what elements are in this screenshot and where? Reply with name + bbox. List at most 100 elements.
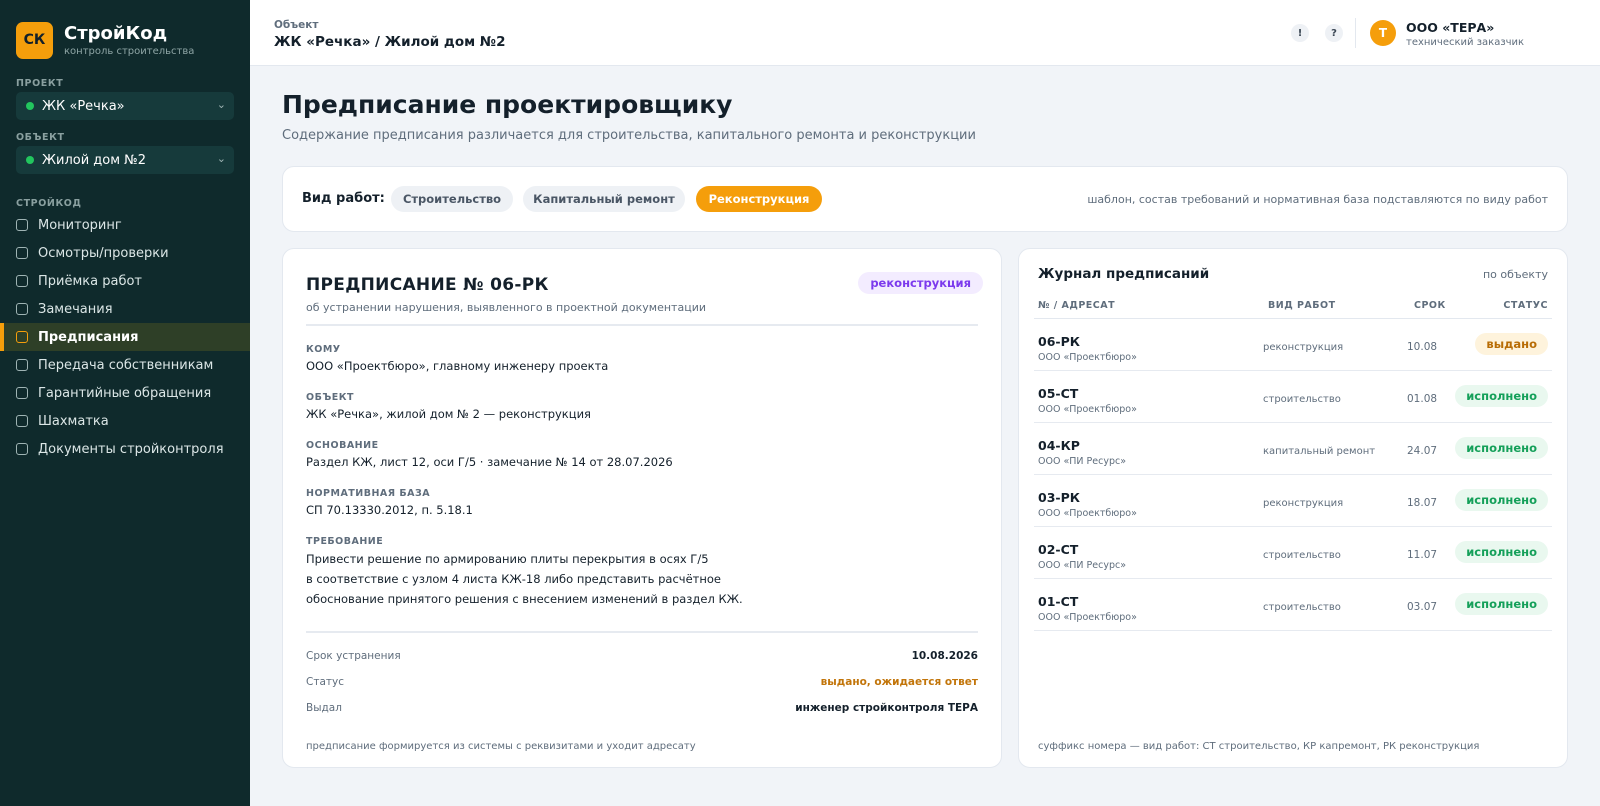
- status-value: выдано, ожидается ответ: [820, 676, 978, 688]
- row-addressee: ООО «ПИ Ресурс»: [1038, 456, 1127, 467]
- checkbox-icon: [16, 387, 28, 399]
- project-select-value: ЖК «Речка»: [42, 98, 125, 114]
- sidebar-item-monitoring[interactable]: Мониторинг: [0, 211, 250, 239]
- chevron-down-icon: ⌄: [216, 152, 226, 165]
- sidebar-nav: Мониторинг Осмотры/проверки Приёмка рабо…: [0, 211, 250, 463]
- checkbox-icon: [16, 359, 28, 371]
- header-divider: [1355, 18, 1356, 48]
- status-label: Статус: [306, 676, 344, 688]
- row-number: 01-СТ: [1038, 594, 1079, 609]
- checkbox-icon: [16, 443, 28, 455]
- nav-section-label: СТРОЙКОД: [16, 198, 82, 209]
- worktype-reconstruction-button[interactable]: Реконструкция: [696, 186, 822, 212]
- project-select[interactable]: ЖК «Речка» ⌄: [16, 92, 234, 120]
- header-title: ЖК «Речка» / Жилой дом №2: [274, 34, 506, 50]
- row-worktype: строительство: [1263, 394, 1341, 405]
- row-addressee: ООО «ПИ Ресурс»: [1038, 560, 1127, 571]
- sidebar-item-handover[interactable]: Передача собственникам: [0, 351, 250, 379]
- field-value-basis: Раздел КЖ, лист 12, оси Г/5 · замечание …: [306, 455, 673, 469]
- table-row[interactable]: 01-СТ ООО «Проектбюро» строительство 03.…: [1034, 579, 1552, 631]
- field-label: ОСНОВАНИЕ: [306, 440, 379, 451]
- journal-footnote: суффикс номера — вид работ: СТ строитель…: [1038, 741, 1480, 752]
- help-icon[interactable]: ?: [1325, 24, 1343, 42]
- worktype-construction-button[interactable]: Строительство: [391, 186, 513, 212]
- brand-name: СтройКод: [64, 22, 168, 44]
- sidebar-item-prescriptions[interactable]: Предписания: [0, 323, 250, 351]
- table-row[interactable]: 06-РК ООО «Проектбюро» реконструкция 10.…: [1034, 319, 1552, 371]
- requirement-line: в соответствие с узлом 4 листа КЖ-18 либ…: [306, 572, 721, 586]
- object-select[interactable]: Жилой дом №2 ⌄: [16, 146, 234, 174]
- row-deadline: 11.07: [1407, 549, 1438, 561]
- table-row[interactable]: 03-РК ООО «Проектбюро» реконструкция 18.…: [1034, 475, 1552, 527]
- column-header-date: СРОК: [1414, 300, 1446, 311]
- requirement-line: обоснование принятого решения с внесение…: [306, 592, 743, 606]
- table-row[interactable]: 04-КР ООО «ПИ Ресурс» капитальный ремонт…: [1034, 423, 1552, 475]
- row-deadline: 18.07: [1407, 497, 1438, 509]
- row-number: 05-СТ: [1038, 386, 1079, 401]
- requirement-line: Привести решение по армированию плиты пе…: [306, 552, 709, 566]
- object-label: ОБЪЕКТ: [16, 132, 65, 143]
- issuer-label: Выдал: [306, 702, 342, 714]
- issuer-value: инженер стройконтроля ТЕРА: [795, 702, 978, 714]
- table-row[interactable]: 05-СТ ООО «Проектбюро» строительство 01.…: [1034, 371, 1552, 423]
- sidebar-item-label: Передача собственникам: [38, 357, 214, 373]
- row-worktype: строительство: [1263, 602, 1341, 613]
- sidebar-item-inspections[interactable]: Осмотры/проверки: [0, 239, 250, 267]
- user-name[interactable]: ООО «ТЕРА»: [1406, 20, 1494, 35]
- requirement-label: ТРЕБОВАНИЕ: [306, 536, 384, 547]
- sidebar-item-label: Осмотры/проверки: [38, 245, 169, 261]
- divider: [306, 324, 978, 326]
- document-footnote: предписание формируется из системы с рек…: [306, 741, 696, 752]
- column-header-number: № / АДРЕСАТ: [1038, 300, 1116, 311]
- row-number: 04-КР: [1038, 438, 1080, 453]
- sidebar-item-remarks[interactable]: Замечания: [0, 295, 250, 323]
- sidebar-item-acceptance[interactable]: Приёмка работ: [0, 267, 250, 295]
- row-number: 03-РК: [1038, 490, 1080, 505]
- sidebar-item-documents[interactable]: Документы стройконтроля: [0, 435, 250, 463]
- checkbox-icon: [16, 219, 28, 231]
- checkbox-icon: [16, 415, 28, 427]
- status-dot-icon: [26, 156, 34, 164]
- sidebar-item-warranty[interactable]: Гарантийные обращения: [0, 379, 250, 407]
- field-label: ОБЪЕКТ: [306, 392, 354, 403]
- brand-logo: СК: [16, 21, 53, 59]
- checkbox-icon: [16, 331, 28, 343]
- sidebar-item-label: Предписания: [38, 329, 139, 345]
- row-number: 02-СТ: [1038, 542, 1079, 557]
- sidebar-item-chessboard[interactable]: Шахматка: [0, 407, 250, 435]
- row-addressee: ООО «Проектбюро»: [1038, 352, 1137, 363]
- status-dot-icon: [26, 102, 34, 110]
- field-label: КОМУ: [306, 344, 341, 355]
- field-value-recipient: ООО «Проектбюро», главному инженеру прое…: [306, 359, 609, 373]
- table-row[interactable]: 02-СТ ООО «ПИ Ресурс» строительство 11.0…: [1034, 527, 1552, 579]
- avatar[interactable]: Т: [1370, 20, 1396, 46]
- row-deadline: 10.08: [1407, 341, 1438, 353]
- worktype-hint: шаблон, состав требований и нормативная …: [1087, 193, 1548, 206]
- sidebar-item-label: Замечания: [38, 301, 113, 317]
- row-deadline: 01.08: [1407, 393, 1438, 405]
- status-badge: исполнено: [1455, 489, 1548, 511]
- row-worktype: капитальный ремонт: [1263, 446, 1376, 457]
- row-deadline: 03.07: [1407, 601, 1438, 613]
- row-number: 06-РК: [1038, 334, 1080, 349]
- alert-icon[interactable]: !: [1291, 24, 1309, 42]
- field-label: НОРМАТИВНАЯ БАЗА: [306, 488, 431, 499]
- brand-subtitle: контроль строительства: [64, 45, 195, 57]
- row-worktype: реконструкция: [1263, 498, 1344, 509]
- page-title: Предписание проектировщику: [282, 90, 733, 119]
- row-addressee: ООО «Проектбюро»: [1038, 612, 1137, 623]
- status-badge: исполнено: [1455, 437, 1548, 459]
- prescriptions-journal: Журнал предписаний по объекту № / АДРЕСА…: [1018, 248, 1568, 768]
- checkbox-icon: [16, 303, 28, 315]
- document-title: ПРЕДПИСАНИЕ № 06-РК: [306, 275, 549, 295]
- journal-title: Журнал предписаний: [1038, 266, 1210, 282]
- project-label: ПРОЕКТ: [16, 78, 64, 89]
- journal-scope[interactable]: по объекту: [1483, 268, 1548, 281]
- prescription-document: ПРЕДПИСАНИЕ № 06-РК об устранении наруше…: [282, 248, 1002, 768]
- brand: СК СтройКод контроль строительства: [0, 0, 250, 62]
- worktype-capital-repair-button[interactable]: Капитальный ремонт: [523, 186, 685, 212]
- status-badge: выдано: [1475, 333, 1548, 355]
- deadline-value: 10.08.2026: [911, 650, 978, 662]
- page-subtitle: Содержание предписания различается для с…: [282, 128, 976, 143]
- sidebar-item-label: Гарантийные обращения: [38, 385, 212, 401]
